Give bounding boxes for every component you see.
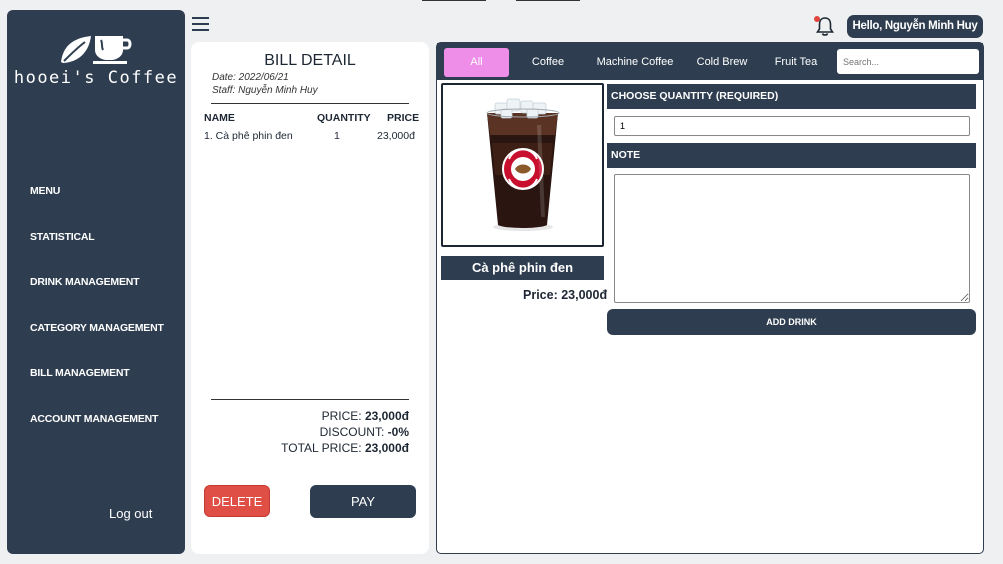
bill-staff: Staff: Nguyễn Minh Huy: [212, 85, 318, 96]
column-header-name: NAME: [204, 112, 235, 124]
top-edge-mark: [422, 0, 486, 1]
product-name: Cà phê phin đen: [441, 256, 604, 280]
notification-bell-icon[interactable]: [814, 15, 836, 42]
divider: [211, 103, 409, 104]
pay-button[interactable]: PAY: [310, 485, 416, 518]
iced-coffee-cup-icon: [486, 98, 560, 231]
sidebar-item-drink-management[interactable]: DRINK MANAGEMENT: [30, 266, 164, 312]
product-image[interactable]: [441, 83, 604, 247]
bill-date: Date: 2022/06/21: [212, 72, 289, 83]
menu-panel: All Coffee Machine Coffee Cold Brew Frui…: [436, 42, 984, 554]
product-price: Price: 23,000đ: [523, 288, 608, 302]
sidebar-item-statistical[interactable]: STATISTICAL: [30, 221, 164, 267]
bill-meta: Date: 2022/06/21 Staff: Nguyễn Minh Huy: [212, 71, 318, 97]
sidebar-item-account-management[interactable]: ACCOUNT MANAGEMENT: [30, 403, 164, 449]
grand-total-row: TOTAL PRICE: 23,000đ: [281, 441, 409, 455]
delete-button[interactable]: DELETE: [204, 485, 270, 517]
add-drink-button[interactable]: ADD DRINK: [607, 309, 976, 335]
quantity-input[interactable]: [614, 116, 970, 136]
bill-item-quantity: 1: [334, 130, 340, 142]
notification-dot: [814, 16, 820, 22]
column-header-price: PRICE: [387, 112, 420, 124]
column-header-quantity: QUANTITY: [317, 112, 371, 124]
tab-machine-coffee[interactable]: Machine Coffee: [591, 48, 679, 77]
tab-fruit-tea[interactable]: Fruit Tea: [769, 48, 823, 77]
logout-link[interactable]: Log out: [109, 506, 152, 521]
bill-detail-panel: BILL DETAIL Date: 2022/06/21 Staff: Nguy…: [191, 42, 429, 554]
note-textarea[interactable]: [614, 174, 970, 303]
sidebar-item-menu[interactable]: MENU: [30, 175, 164, 221]
tab-cold-brew[interactable]: Cold Brew: [691, 48, 753, 77]
bill-item-name: 1. Cà phê phin đen: [204, 130, 293, 142]
bill-title: BILL DETAIL: [264, 52, 356, 69]
sidebar: hooei's Coffee MENU STATISTICAL DRINK MA…: [7, 10, 185, 554]
quantity-heading: CHOOSE QUANTITY (REQUIRED): [607, 84, 976, 109]
sidebar-item-category-management[interactable]: CATEGORY MANAGEMENT: [30, 312, 164, 358]
hamburger-menu-icon[interactable]: [192, 17, 209, 33]
divider: [211, 399, 409, 400]
search-input[interactable]: [837, 49, 979, 74]
category-tabs: All Coffee Machine Coffee Cold Brew Frui…: [437, 43, 983, 80]
tab-all[interactable]: All: [444, 48, 509, 77]
user-greeting-button[interactable]: Hello, Nguyễn Minh Huy: [847, 15, 983, 38]
bill-item-price: 23,000đ: [377, 130, 415, 142]
top-edge-mark: [516, 0, 580, 1]
note-heading: NOTE: [607, 143, 976, 168]
sidebar-item-bill-management[interactable]: BILL MANAGEMENT: [30, 357, 164, 403]
brand-logo: hooei's Coffee: [7, 32, 185, 88]
brand-name: hooei's Coffee: [13, 68, 179, 88]
bill-totals: PRICE: 23,000đ DISCOUNT: -0% TOTAL PRICE…: [281, 408, 409, 456]
sidebar-nav: MENU STATISTICAL DRINK MANAGEMENT CATEGO…: [30, 175, 164, 449]
total-price-row: PRICE: 23,000đ: [321, 409, 409, 423]
coffee-leaf-logo-icon: [61, 36, 132, 64]
discount-row: DISCOUNT: -0%: [319, 425, 409, 439]
tab-coffee[interactable]: Coffee: [523, 48, 573, 77]
